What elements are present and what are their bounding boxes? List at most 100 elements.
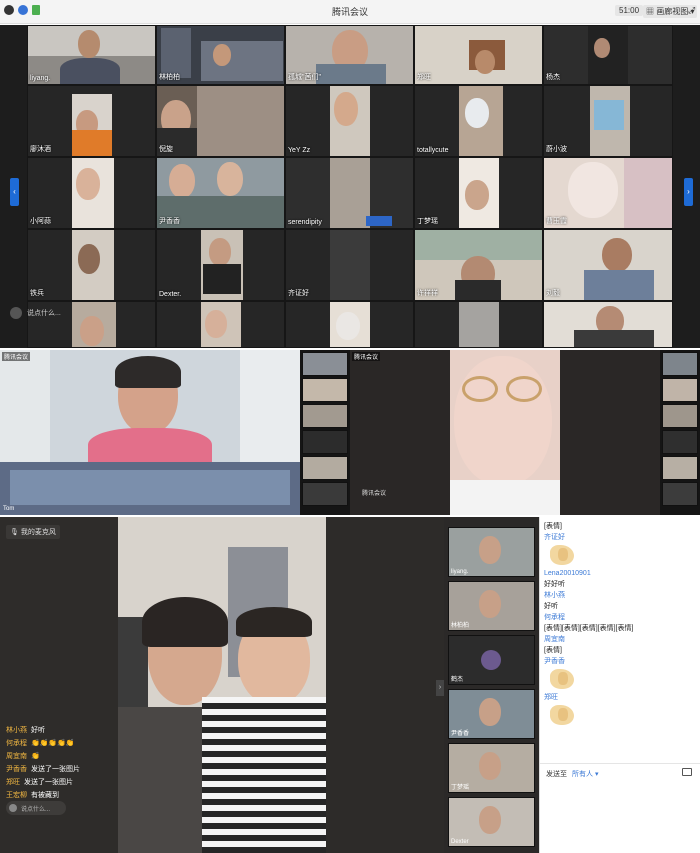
chat-sender-name[interactable]: 何承程: [544, 612, 697, 623]
participant-name: Dexter: [451, 839, 469, 845]
participant-name: 丁梦瑶: [417, 218, 438, 225]
chat-overlay-message: 何承程 👏👏👏👏👏: [6, 738, 75, 748]
send-to-select[interactable]: 所有人 ▾: [572, 769, 598, 779]
title-bar: 腾讯会议 51:00 ▦ 画廊视图 ▾ ⤢: [0, 0, 700, 24]
chat-text: 发送了一张图片: [31, 766, 80, 773]
speak-prompt[interactable]: 说点什么...: [27, 308, 61, 318]
chat-message-text: 好听: [544, 603, 558, 610]
chat-sender: 尹香香: [6, 766, 27, 773]
chat-overlay-message: 尹香香 发送了一张图片: [6, 764, 80, 774]
participant-name: 刘毅: [546, 290, 560, 297]
chat-sender-name[interactable]: 尹香香: [544, 656, 697, 667]
chat-sender-name[interactable]: Lena20010901: [544, 568, 697, 579]
participant-name: 倪旋: [159, 146, 173, 153]
send-to-label: 发送至: [546, 771, 567, 778]
image-icon[interactable]: [682, 768, 692, 776]
gallery-grid-panel: ‹ › liyang. 林柏柏 孤城"茜们" 郑旺 杨杰 廖沐酒 倪旋 YeY …: [0, 25, 700, 348]
participant-name: liyang.: [451, 569, 469, 575]
chat-message-text: 好好听: [544, 581, 565, 588]
avatar-icon: [9, 804, 17, 812]
chat-sender: 林小燕: [6, 727, 27, 734]
speaker-name: Tom: [3, 506, 15, 512]
app-tag: 腾讯会议: [2, 352, 31, 361]
participant-name: 林柏柏: [451, 623, 470, 629]
participant-face: [479, 590, 501, 618]
participant-face: [479, 806, 501, 834]
participant-name: 铁兵: [30, 290, 44, 297]
meeting-window: 腾讯会议 51:00 ▦ 画廊视图 ▾ ⤢ ‹ › liyang. 林柏柏 孤城…: [0, 0, 700, 853]
clap-emoji-icon: [550, 545, 574, 565]
participant-name: serendipity: [288, 219, 322, 226]
collapse-strip-button[interactable]: ›: [436, 680, 444, 696]
participant-name: 齐证好: [288, 290, 309, 297]
chat-sender: 何承程: [6, 740, 27, 747]
participant-name: 尹香香: [451, 731, 470, 737]
chat-overlay-message: 郑旺 发送了一张图片: [6, 777, 73, 787]
strip-video-tile[interactable]: 林柏柏: [448, 581, 535, 631]
chat-message-list: [表情] 齐证好 Lena20010901 好好听林小燕好听何承程 [表情][表情][表…: [544, 521, 697, 728]
chat-sender: 周宜南: [6, 753, 27, 760]
chat-overlay-message: 林小燕 好听: [6, 725, 45, 735]
chat-message-text: [表情][表情][表情][表情][表情]: [544, 625, 634, 632]
chat-text: 👏: [31, 753, 40, 760]
participant-name: 杨杰: [546, 74, 560, 81]
participant-name: 丁梦瑶: [451, 785, 470, 791]
participant-name: 廖沐酒: [30, 146, 51, 153]
chat-overlay-message: 周宜南 👏: [6, 751, 40, 761]
chat-sender-name[interactable]: 周宜南: [544, 634, 697, 645]
view-mode-label: 画廊视图: [656, 7, 689, 16]
participant-name: 郑旺: [417, 74, 431, 81]
speaker-video-right: 腾讯会议 腾讯会议: [350, 350, 660, 515]
strip-video-tile[interactable]: 丁梦瑶: [448, 743, 535, 793]
next-page-button[interactable]: ›: [684, 178, 693, 206]
participant-face: [479, 536, 501, 564]
participant-strip: liyang. 林柏柏鹤杰尹香香丁梦瑶 Dexter: [444, 517, 539, 853]
avatar-icon: [10, 307, 22, 319]
participant-name: 许祥祥: [417, 290, 438, 297]
chat-text: 有被藏到: [31, 792, 59, 799]
strip-video-tile[interactable]: 尹香香: [448, 689, 535, 739]
expand-icon[interactable]: ⤢: [688, 5, 695, 16]
participant-name: 林柏柏: [159, 74, 180, 81]
prev-page-button[interactable]: ‹: [10, 178, 19, 206]
participant-face: [479, 698, 501, 726]
participant-name: Dexter.: [159, 291, 182, 298]
clap-emoji-icon: [550, 669, 574, 689]
chat-sender: 王宏柳: [6, 792, 27, 799]
meeting-timer: 51:00: [615, 5, 644, 16]
clap-emoji-icon: [550, 705, 574, 725]
mic-button[interactable]: 🎙 我的麦克风: [6, 525, 60, 539]
window-title: 腾讯会议: [331, 7, 368, 17]
participant-name: 小阿蒜: [30, 218, 51, 225]
chat-panel: [表情] 齐证好 Lena20010901 好好听林小燕好听何承程 [表情][表情][表…: [539, 517, 700, 853]
participant-grid: liyang. 林柏柏 孤城"茜们" 郑旺 杨杰 廖沐酒 倪旋 YeY Zz t…: [27, 25, 673, 348]
main-video: [118, 517, 326, 853]
chat-text: 👏👏👏👏👏: [31, 740, 75, 747]
speaker-name: 腾讯会议: [362, 491, 387, 497]
empty-video-area: ›: [326, 517, 444, 853]
participant-name: totallycute: [417, 147, 449, 154]
chat-overlay-message: 王宏柳 有被藏到: [6, 790, 59, 800]
left-overlay-area: 🎙 我的麦克风 林小燕 好听 何承程 👏👏👏👏👏 周宜南 👏 尹香香 发送了一张图片 郑旺 发送了…: [0, 517, 118, 853]
chat-sender-name[interactable]: 郑旺: [544, 692, 697, 703]
participant-name: liyang.: [30, 75, 51, 82]
participant-name: 曹玉霞: [546, 218, 567, 225]
mic-label: 我的麦克风: [20, 529, 56, 536]
strip-video-tile[interactable]: Dexter: [448, 797, 535, 847]
participant-name: 尹香香: [159, 218, 180, 225]
chat-sender-name[interactable]: 林小燕: [544, 590, 697, 601]
chat-text: 发送了一张图片: [24, 779, 73, 786]
chat-input[interactable]: 说点什么...: [6, 801, 66, 815]
chat-sender: 郑旺: [6, 779, 20, 786]
participant-name: 蔚小波: [546, 146, 567, 153]
main-meeting-panel: 🎙 我的麦克风 林小燕 好听 何承程 👏👏👏👏👏 周宜南 👏 尹香香 发送了一张图片 郑旺 发送了…: [0, 517, 700, 853]
participant-face: [481, 650, 501, 670]
chat-input-placeholder: 说点什么...: [21, 807, 51, 813]
strip-video-tile[interactable]: liyang.: [448, 527, 535, 577]
thumbnail-strip: [660, 350, 700, 515]
participant-name: 孤城"茜们": [288, 74, 321, 81]
participant-name: YeY Zz: [288, 147, 311, 154]
chat-sender-name[interactable]: 齐证好: [544, 532, 697, 543]
chat-message-text: [表情]: [544, 523, 562, 530]
strip-video-tile[interactable]: 鹤杰: [448, 635, 535, 685]
